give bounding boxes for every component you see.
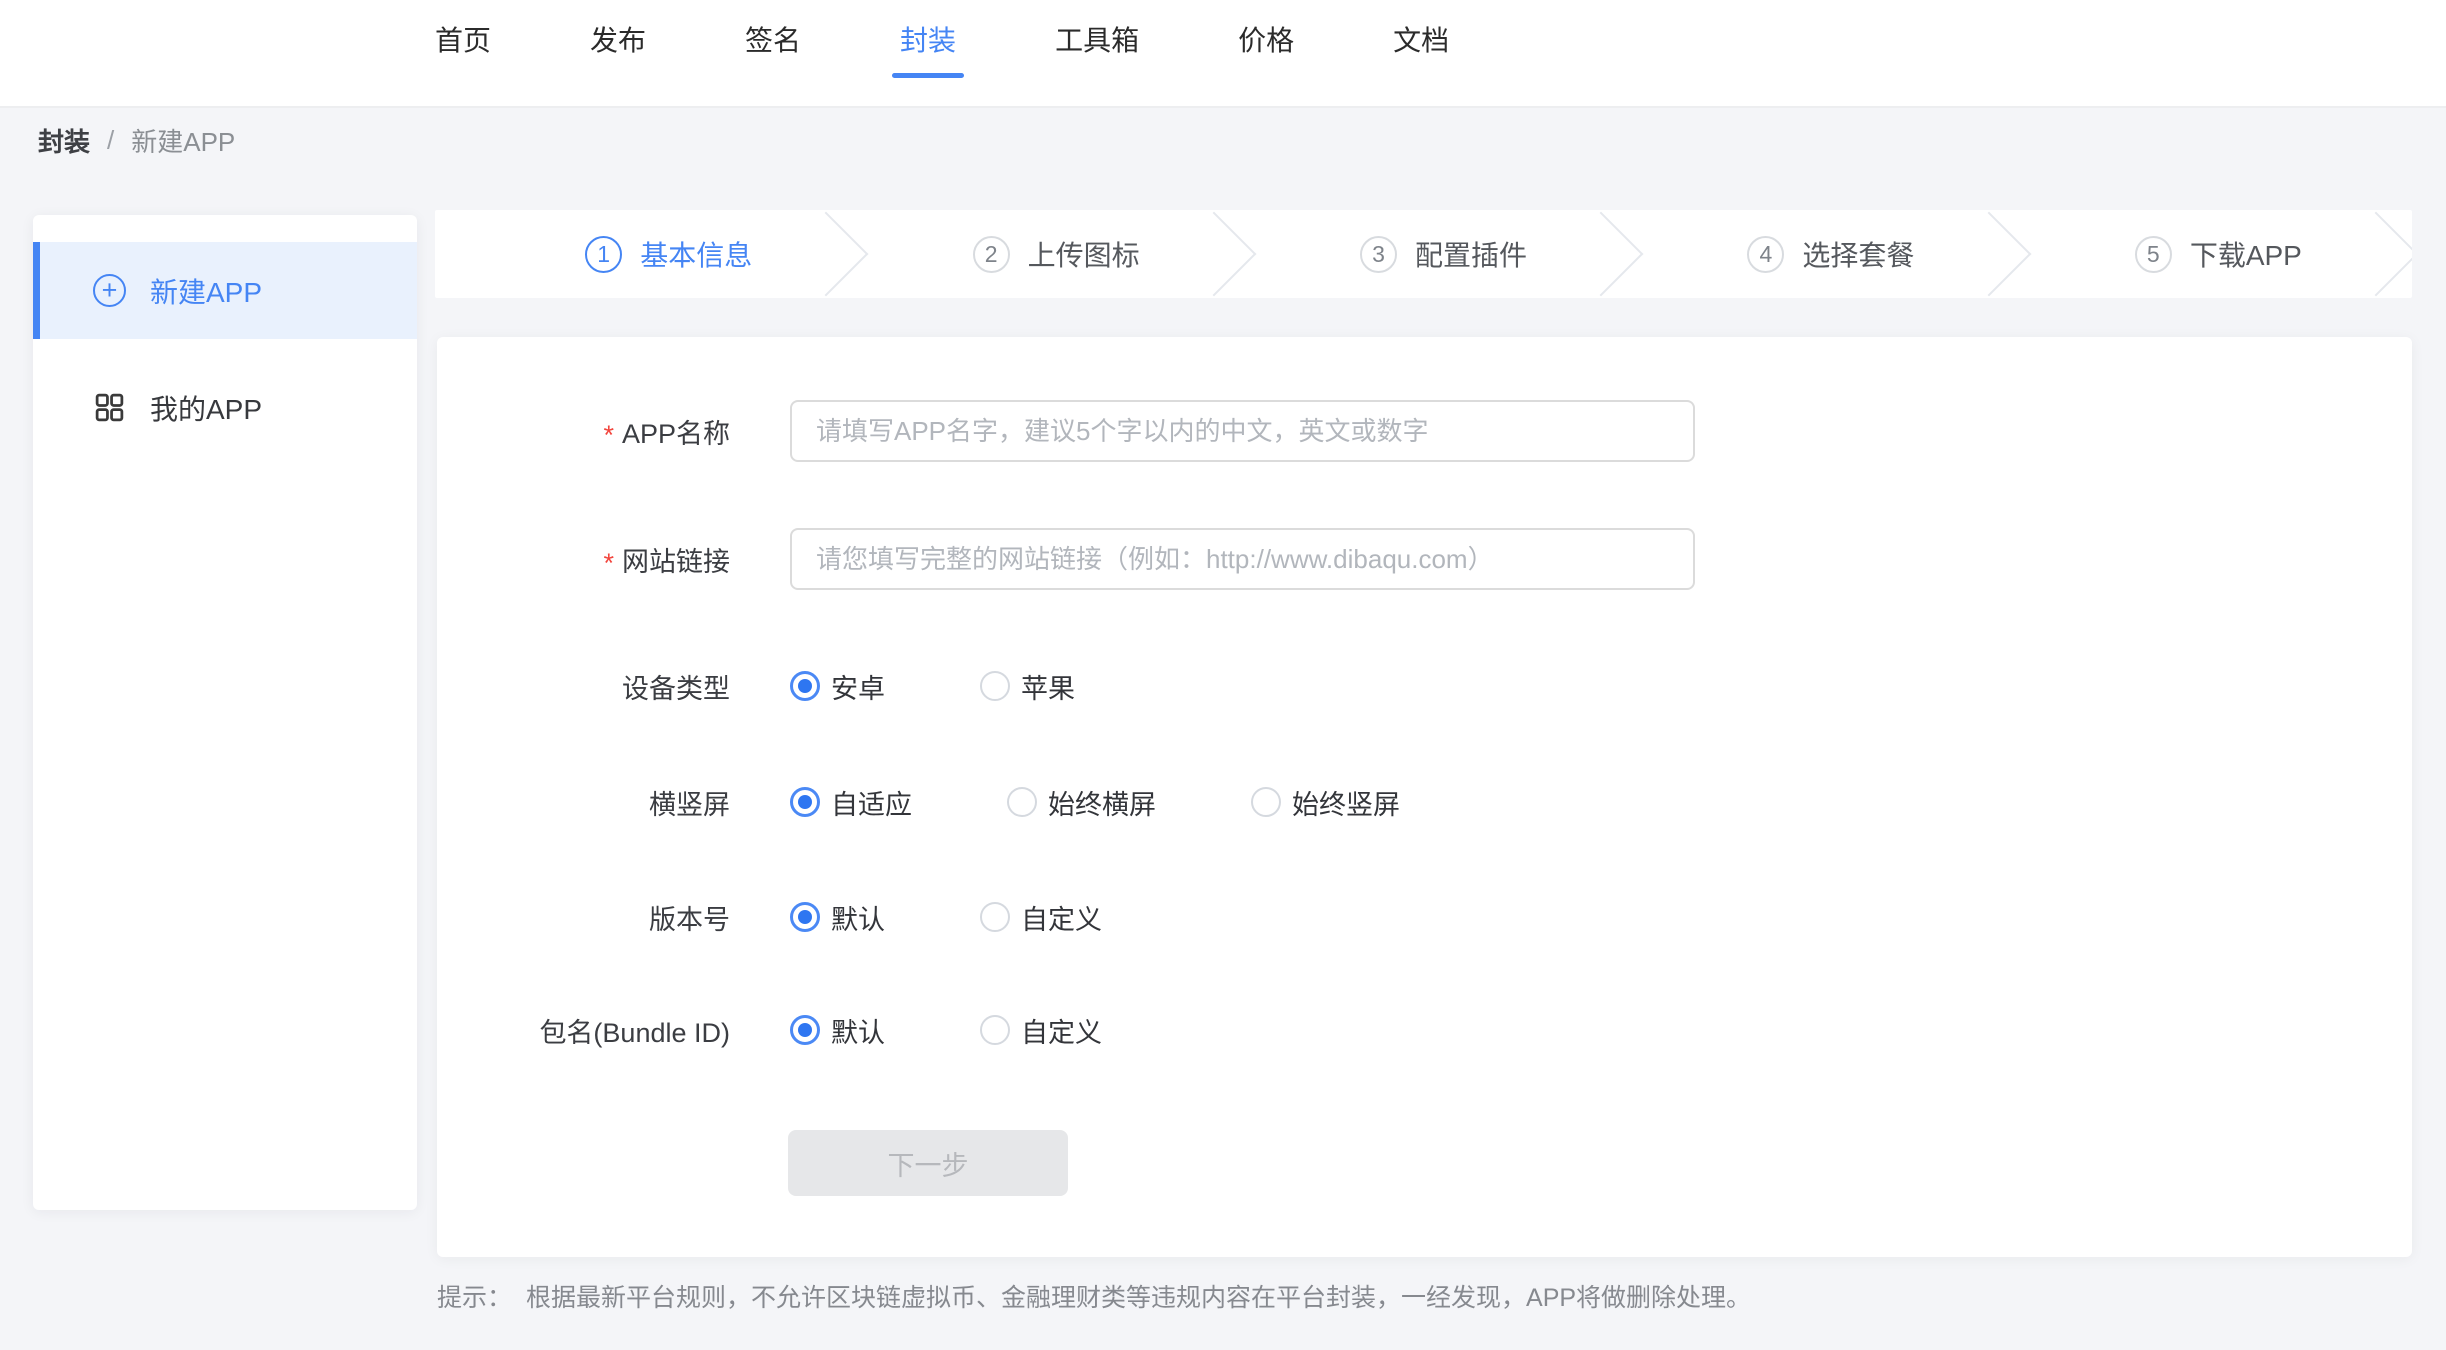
radio-option-android[interactable]: 安卓 [790,667,885,706]
radio-option-label: 默认 [831,1011,885,1050]
chevron-separator-icon [1171,212,1256,297]
required-asterisk: * [603,420,614,451]
nav-item-docs[interactable]: 文档 [1393,0,1449,78]
radio-icon [790,671,820,701]
radio-option-label: 始终竖屏 [1292,783,1400,822]
sidebar-item-label: 新建APP [150,271,262,311]
step-number-badge: 2 [973,236,1010,273]
breadcrumb-separator: / [107,125,114,156]
required-asterisk: * [603,548,614,579]
nav-item-price[interactable]: 价格 [1238,0,1294,78]
chevron-separator-icon [1559,212,1644,297]
app-name-input[interactable] [790,400,1695,462]
main-nav: 首页 发布 签名 封装 工具箱 价格 文档 [435,0,1449,78]
radio-option-label: 安卓 [831,667,885,706]
next-step-button[interactable]: 下一步 [788,1130,1068,1196]
step-number-badge: 3 [1360,236,1397,273]
field-label: * 网站链接 [437,540,730,579]
breadcrumb-current: 新建APP [131,122,235,159]
radio-icon [980,671,1010,701]
step-label: 基本信息 [640,234,752,274]
form-row-version: 版本号 默认 自定义 [437,897,1102,937]
new-app-form: * APP名称 * 网站链接 设备类型 安卓 [437,337,2412,1257]
site-url-input[interactable] [790,528,1695,590]
radio-option-adaptive[interactable]: 自适应 [790,783,912,822]
tip-text: 根据最新平台规则，不允许区块链虚拟币、金融理财类等违规内容在平台封装，一经发现，… [526,1278,1751,1314]
radio-icon [790,902,820,932]
step-number-badge: 5 [2135,236,2172,273]
step-label: 配置插件 [1415,234,1527,274]
form-row-bundle-id: 包名(Bundle ID) 默认 自定义 [437,1010,1102,1050]
breadcrumb-root[interactable]: 封装 [38,122,90,159]
breadcrumb: 封装 / 新建APP [38,108,235,172]
top-header: 首页 发布 签名 封装 工具箱 价格 文档 [0,0,2446,108]
form-row-device-type: 设备类型 安卓 苹果 [437,666,1075,706]
radio-option-label: 默认 [831,898,885,937]
nav-item-home[interactable]: 首页 [435,0,491,78]
step-number-badge: 1 [585,236,622,273]
field-label: * APP名称 [437,412,730,451]
nav-item-sign[interactable]: 签名 [745,0,801,78]
field-label-text: 版本号 [649,898,730,937]
nav-item-package[interactable]: 封装 [900,0,956,78]
field-label-text: 设备类型 [622,667,730,706]
nav-item-toolbox[interactable]: 工具箱 [1055,0,1139,78]
field-label-text: 网站链接 [622,540,730,579]
sidebar-item-my-app[interactable]: 我的APP [33,359,417,456]
radio-option-label: 苹果 [1021,667,1075,706]
radio-option-version-default[interactable]: 默认 [790,898,885,937]
form-row-site-url: * 网站链接 [437,528,1695,590]
sidebar-item-new-app[interactable]: + 新建APP [33,242,417,339]
radio-icon [980,1015,1010,1045]
plus-circle-icon: + [93,274,126,307]
step-label: 下载APP [2190,234,2302,274]
radio-icon [980,902,1010,932]
step-basic-info: 1 基本信息 [475,210,862,298]
radio-option-ios[interactable]: 苹果 [980,667,1075,706]
sidebar: + 新建APP 我的APP [33,215,417,1210]
step-wizard: 1 基本信息 2 上传图标 3 配置插件 4 选择套餐 5 下载APP [435,210,2412,298]
chevron-separator-icon [784,212,869,297]
step-label: 选择套餐 [1802,234,1914,274]
radio-option-label: 始终横屏 [1048,783,1156,822]
chevron-separator-icon [1946,212,2031,297]
tip-prefix: 提示： [437,1278,512,1314]
field-label-text: 包名(Bundle ID) [539,1011,730,1050]
radio-option-label: 自定义 [1021,898,1102,937]
radio-option-version-custom[interactable]: 自定义 [980,898,1102,937]
radio-option-label: 自适应 [831,783,912,822]
step-number-badge: 4 [1747,236,1784,273]
form-row-orientation: 横竖屏 自适应 始终横屏 始终竖屏 [437,782,1400,822]
page: 首页 发布 签名 封装 工具箱 价格 文档 封装 / 新建APP + 新建APP… [0,0,2446,1350]
radio-icon [790,787,820,817]
step-label: 上传图标 [1028,234,1140,274]
radio-icon [1251,787,1281,817]
radio-option-landscape[interactable]: 始终横屏 [1007,783,1156,822]
grid-icon [93,391,126,424]
radio-icon [790,1015,820,1045]
step-download-app: 5 下载APP [2025,210,2412,298]
radio-option-bundle-custom[interactable]: 自定义 [980,1011,1102,1050]
field-label-text: 横竖屏 [649,783,730,822]
platform-rule-tip: 提示： 根据最新平台规则，不允许区块链虚拟币、金融理财类等违规内容在平台封装，一… [437,1278,1751,1314]
field-label-text: APP名称 [622,412,730,451]
nav-item-publish[interactable]: 发布 [590,0,646,78]
radio-option-label: 自定义 [1021,1011,1102,1050]
radio-option-portrait[interactable]: 始终竖屏 [1251,783,1400,822]
chevron-separator-icon [2334,212,2412,297]
radio-icon [1007,787,1037,817]
step-configure-plugin: 3 配置插件 [1250,210,1637,298]
sidebar-item-label: 我的APP [150,388,262,428]
step-upload-icon: 2 上传图标 [862,210,1249,298]
form-row-app-name: * APP名称 [437,400,1695,462]
step-select-plan: 4 选择套餐 [1637,210,2024,298]
radio-option-bundle-default[interactable]: 默认 [790,1011,885,1050]
